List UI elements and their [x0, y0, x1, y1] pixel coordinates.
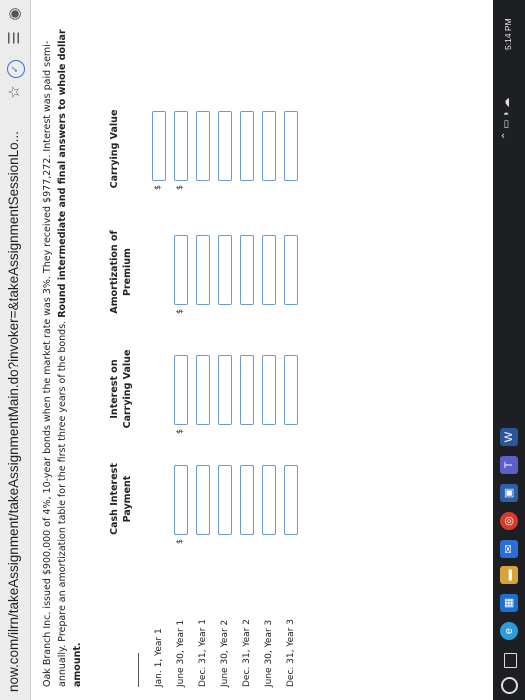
system-tray[interactable]: ⌃ ▭ ◗ ☁	[501, 98, 512, 140]
url-text[interactable]: now.com/ilrn/takeAssignment/takeAssignme…	[6, 131, 21, 692]
cash-interest-input[interactable]	[218, 465, 232, 535]
carrying-value-input[interactable]	[152, 111, 166, 181]
store-icon[interactable]: ▦	[500, 594, 518, 612]
dollar-sign: $	[175, 428, 184, 434]
row-label: Dec. 31, Year 3	[286, 619, 296, 687]
file-explorer-icon[interactable]: ▬	[500, 566, 518, 584]
header-cash-interest: Cash Interest Payment	[109, 463, 133, 535]
carrying-value-input[interactable]	[240, 111, 254, 181]
taskbar: e ▦ ▬ ✉ ◎ ▣ T W ⌃ ▭ ◗ ☁ 5:14 PM	[493, 0, 525, 700]
row-label: Jan. 1, Year 1	[154, 628, 164, 687]
header-amortization: Amortization of Premium	[109, 230, 133, 314]
extension-icon[interactable]: ✓	[7, 60, 25, 78]
interest-on-carrying-value-input[interactable]	[262, 355, 276, 425]
reading-list-icon[interactable]: ☰	[5, 28, 25, 48]
amortization-of-premium-input[interactable]	[284, 235, 298, 305]
interest-on-carrying-value-input[interactable]	[240, 355, 254, 425]
dollar-sign: $	[175, 538, 184, 544]
star-icon[interactable]: ☆	[5, 82, 25, 102]
cash-interest-input[interactable]	[262, 465, 276, 535]
header-interest-on-carrying-value: Interest on Carrying Value	[109, 349, 133, 429]
row-label: June 30, Year 3	[264, 619, 274, 687]
amortization-of-premium-input[interactable]	[196, 235, 210, 305]
edge-icon[interactable]: e	[500, 622, 518, 640]
interest-on-carrying-value-input[interactable]	[174, 355, 188, 425]
carrying-value-input[interactable]	[196, 111, 210, 181]
interest-on-carrying-value-input[interactable]	[196, 355, 210, 425]
rotated-screen: now.com/ilrn/takeAssignment/takeAssignme…	[0, 0, 525, 700]
browser-address-bar[interactable]: now.com/ilrn/takeAssignment/takeAssignme…	[0, 0, 31, 700]
dollar-sign: $	[153, 184, 162, 190]
app-icon[interactable]: ▣	[500, 484, 518, 502]
dollar-sign: $	[175, 308, 184, 314]
dollar-sign: $	[175, 184, 184, 190]
start-icon[interactable]	[501, 677, 518, 694]
cash-interest-input[interactable]	[174, 465, 188, 535]
carrying-value-input[interactable]	[174, 111, 188, 181]
interest-on-carrying-value-input[interactable]	[218, 355, 232, 425]
cash-interest-input[interactable]	[196, 465, 210, 535]
row-label: Dec. 31, Year 2	[242, 619, 252, 687]
problem-statement: Oak Branch Inc. issued $900,000 of 4%, 1…	[40, 27, 85, 687]
cash-interest-input[interactable]	[284, 465, 298, 535]
clock: 5:14 PM	[503, 18, 513, 50]
interest-on-carrying-value-input[interactable]	[284, 355, 298, 425]
cash-interest-input[interactable]	[240, 465, 254, 535]
row-label: Dec. 31, Year 1	[198, 619, 208, 687]
row-label: June 30, Year 2	[220, 619, 230, 687]
amortization-of-premium-input[interactable]	[174, 235, 188, 305]
teams-icon[interactable]: T	[500, 456, 518, 474]
header-rule	[138, 653, 139, 687]
carrying-value-input[interactable]	[218, 111, 232, 181]
amortization-of-premium-input[interactable]	[218, 235, 232, 305]
profile-icon[interactable]: ◉	[5, 4, 25, 24]
carrying-value-input[interactable]	[262, 111, 276, 181]
word-icon[interactable]: W	[500, 428, 518, 446]
task-view-icon[interactable]	[504, 653, 517, 668]
amortization-of-premium-input[interactable]	[262, 235, 276, 305]
carrying-value-input[interactable]	[284, 111, 298, 181]
mail-icon[interactable]: ✉	[500, 540, 518, 558]
amortization-of-premium-input[interactable]	[240, 235, 254, 305]
chrome-icon[interactable]: ◎	[500, 512, 518, 530]
header-carrying-value: Carrying Value	[109, 109, 120, 189]
row-label: June 30, Year 1	[176, 619, 186, 687]
